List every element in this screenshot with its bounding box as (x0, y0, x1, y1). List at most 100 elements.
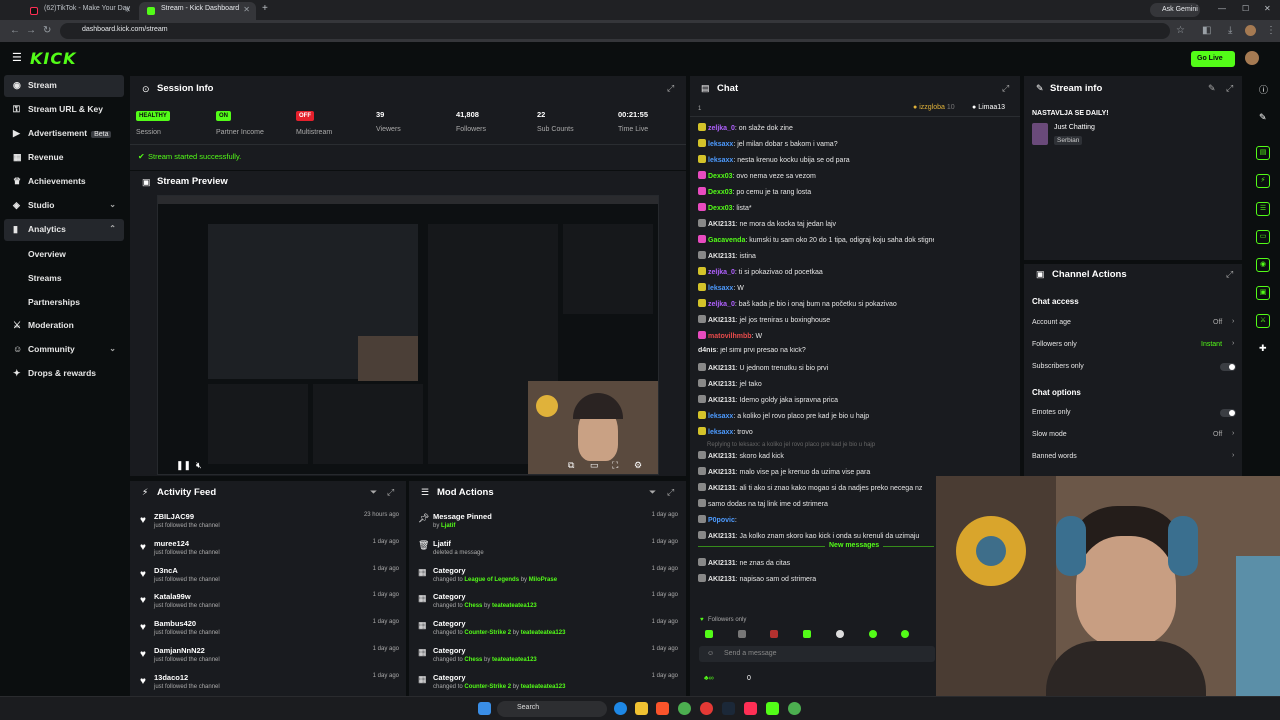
brave-icon[interactable] (656, 702, 669, 715)
sidebar-item-studio[interactable]: ◈ Studio ⌄ (4, 195, 124, 217)
chat-username[interactable]: AKI2131 (708, 560, 736, 567)
info-icon[interactable]: ⓘ (1259, 83, 1268, 96)
rail-shield-icon[interactable]: ▣ (1256, 286, 1270, 300)
chat-message[interactable]: leksaxx: W (698, 283, 934, 299)
profile-avatar[interactable] (1245, 25, 1256, 36)
chat-username[interactable]: AKI2131 (708, 221, 736, 228)
chat-username[interactable]: AKI2131 (708, 485, 736, 492)
rail-lightning-icon[interactable]: ⚡︎ (1256, 174, 1270, 188)
chat-message[interactable]: P0povic: (698, 515, 934, 531)
steam-icon[interactable] (722, 702, 735, 715)
reload-icon[interactable]: ↻ (43, 25, 51, 36)
pencil-icon[interactable]: ✎ (1259, 112, 1267, 123)
chat-username[interactable]: leksaxx (708, 285, 733, 292)
maximize-icon[interactable]: ☐ (1242, 4, 1249, 13)
forward-icon[interactable]: → (26, 25, 36, 36)
mod-action-row[interactable]: ▦ Category changed to Chess by teateateate… (416, 646, 682, 673)
chat-message[interactable]: Gacavenda: kumski tu sam oko 20 do 1 tip… (698, 235, 934, 251)
emotes-only-toggle[interactable] (1220, 409, 1236, 417)
mod-action-row[interactable]: ▦ Category changed to Chess by teateateate… (416, 592, 682, 619)
chat-message[interactable]: Dexx03: ovo nema veze sa vezom (698, 171, 934, 187)
rail-preview-icon[interactable]: ◉ (1256, 258, 1270, 272)
sidebar-subitem-overview[interactable]: Overview (28, 249, 66, 259)
menu-icon[interactable]: ⋮ (1266, 25, 1276, 36)
rail-add-icon[interactable]: ✚ (1259, 343, 1267, 354)
activity-row[interactable]: ♥ ZBILJAC99 just followed the channel 23 ho… (137, 512, 403, 539)
chat-username[interactable]: AKI2131 (708, 453, 736, 460)
chat-message[interactable]: AKI2131: Idemo goldy jaka ispravna prica (698, 395, 934, 411)
edge-icon[interactable] (614, 702, 627, 715)
chat-username[interactable]: Dexx03 (708, 173, 733, 180)
sidebar-item-moderation[interactable]: ⚔ Moderation (4, 315, 124, 337)
chat-username[interactable]: AKI2131 (708, 253, 736, 260)
chat-username[interactable]: leksaxx (708, 413, 733, 420)
chat-message[interactable]: zeljka_0: baš kada je bio i onaj bum na … (698, 299, 934, 315)
emote-icon[interactable] (901, 630, 909, 638)
file-explorer-icon[interactable] (635, 702, 648, 715)
rail-list-icon[interactable]: ☰ (1256, 202, 1270, 216)
address-bar[interactable]: dashboard.kick.com/stream (60, 23, 1170, 39)
mod-action-row[interactable]: 📌︎ Message Pinned by Ljatif 1 day ago (416, 512, 682, 539)
chat-message[interactable]: AKI2131: ali ti ako si znao kako mogao s… (698, 483, 934, 499)
activity-row[interactable]: ♥ Bambus420 just followed the channel 1 day… (137, 619, 403, 646)
chat-username[interactable]: AKI2131 (708, 381, 736, 388)
expand-icon[interactable]: ⤢ (667, 487, 674, 498)
chat-message[interactable]: AKI2131: jel tako (698, 379, 934, 395)
emote-icon[interactable] (869, 630, 877, 638)
mod-action-row[interactable]: 🗑︎ Ljatif deleted a message 1 day ago (416, 539, 682, 566)
points-icon[interactable]: ♣∞ (704, 675, 714, 682)
emote-icon[interactable] (836, 630, 844, 638)
user-avatar[interactable] (1245, 51, 1259, 65)
back-icon[interactable]: ← (10, 25, 20, 36)
chat-username[interactable]: Dexx03 (708, 205, 733, 212)
top-gifter-1[interactable]: ● izzgloba 10 (913, 104, 955, 111)
chat-message[interactable]: leksaxx: nesta krenuo kocku ubija se od … (698, 155, 934, 171)
chat-message-input[interactable]: ☺ Send a message (699, 646, 935, 662)
sidebar-subitem-streams[interactable]: Streams (28, 273, 62, 283)
sidebar-item-community[interactable]: ☺ Community ⌄ (4, 339, 124, 361)
chat-username[interactable]: AKI2131 (708, 317, 736, 324)
chat-username[interactable]: zeljka_0 (708, 269, 735, 276)
chat-message[interactable]: samo dodas na taj link ime od strimera (698, 499, 934, 515)
expand-icon[interactable]: ⤢ (1226, 83, 1233, 94)
chat-message[interactable]: AKI2131: U jednom trenutku si bio prvi (698, 363, 934, 379)
tab-kick-dashboard[interactable]: Stream - Kick Dashboard ✕ (139, 2, 256, 20)
expand-icon[interactable]: ⤢ (1226, 269, 1233, 280)
account-age-value[interactable]: Off (1213, 319, 1222, 326)
sidebar-item-drops-rewards[interactable]: ✦ Drops & rewards (4, 363, 124, 385)
windows-start-icon[interactable] (478, 702, 491, 715)
expand-icon[interactable]: ⤢ (387, 487, 394, 498)
chat-message[interactable]: AKI2131: skoro kad kick (698, 451, 934, 467)
chat-message[interactable]: AKI2131: malo vise pa je krenuo da uzima… (698, 467, 934, 483)
sidebar-subitem-partnerships[interactable]: Partnerships (28, 297, 80, 307)
top-gifter-2[interactable]: ● Limaa13 (972, 104, 1005, 111)
chat-username[interactable]: AKI2131 (708, 533, 736, 540)
activity-row[interactable]: ♥ muree124 just followed the channel 1 day … (137, 539, 403, 566)
expand-icon[interactable]: ⤢ (1002, 83, 1009, 94)
tab-tiktok[interactable]: (62)TikTok - Make Your Day ✕ (22, 2, 137, 20)
close-icon[interactable]: ✕ (243, 5, 250, 14)
chat-username[interactable]: zeljka_0 (708, 301, 735, 308)
sidebar-item-analytics[interactable]: ▮ Analytics ⌃ (4, 219, 124, 241)
fullscreen-icon[interactable]: ⛶ (612, 460, 618, 471)
chat-message[interactable]: AKI2131: napisao sam od strimera (698, 574, 934, 590)
chat-message[interactable]: leksaxx: trovo (698, 427, 934, 443)
chat-username[interactable]: AKI2131 (708, 397, 736, 404)
expand-icon[interactable]: ⤢ (667, 83, 674, 94)
close-icon[interactable]: ✕ (124, 5, 131, 14)
chat-username[interactable]: Dexx03 (708, 189, 733, 196)
download-icon[interactable]: ⤓ (1228, 25, 1232, 36)
kick-app-icon[interactable] (766, 702, 779, 715)
chat-message[interactable]: AKI2131: jel jos treniras u boxinghouse (698, 315, 934, 331)
chat-message[interactable]: AKI2131: ne mora da kocka taj jedan lajv (698, 219, 934, 235)
activity-row[interactable]: ♥ Katala99w just followed the channel 1 day… (137, 592, 403, 619)
chat-username[interactable]: zeljka_0 (708, 125, 735, 132)
ask-gemini-button[interactable]: Ask Gemini (1150, 3, 1200, 17)
chat-username[interactable]: d4nis (698, 347, 716, 354)
followers-only-value[interactable]: Instant (1201, 341, 1222, 348)
minimize-icon[interactable]: — (1218, 4, 1226, 13)
mod-action-row[interactable]: ▦ Category changed to Counter-Strike 2 by … (416, 619, 682, 646)
mute-icon[interactable]: 🔇︎ (196, 460, 202, 471)
app-icon[interactable] (700, 702, 713, 715)
emote-icon[interactable] (705, 630, 713, 638)
